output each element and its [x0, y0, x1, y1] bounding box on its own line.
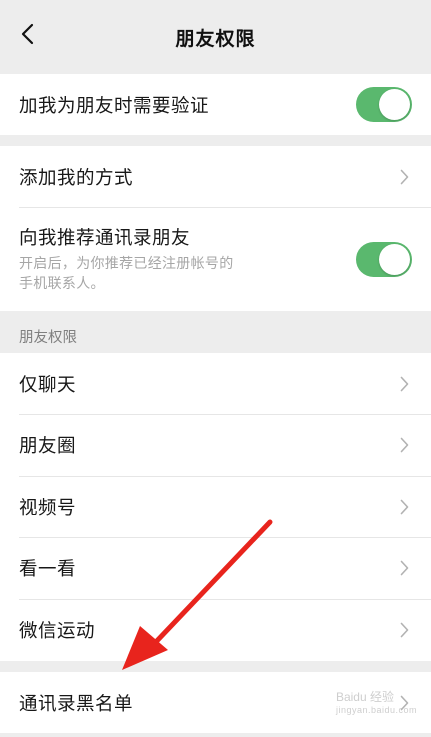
chevron-right-icon	[396, 168, 412, 186]
permission-item-werun[interactable]: 微信运动	[0, 599, 431, 661]
permission-item-chat-only[interactable]: 仅聊天	[0, 353, 431, 414]
permission-item-top-stories[interactable]: 看一看	[0, 537, 431, 599]
toggle-knob	[379, 89, 410, 120]
chevron-right-icon	[396, 436, 412, 454]
permission-item-channels[interactable]: 视频号	[0, 476, 431, 537]
watermark-subtext: jingyan.baidu.com	[335, 705, 417, 715]
verify-toggle-switch[interactable]	[356, 87, 412, 122]
verify-group: 加我为朋友时需要验证	[0, 74, 431, 135]
permissions-section-header: 朋友权限	[0, 311, 431, 353]
back-button[interactable]	[10, 17, 44, 51]
permission-item-label: 看一看	[19, 559, 77, 580]
chevron-right-icon	[396, 621, 412, 639]
friend-permissions-screen: 朋友权限 加我为朋友时需要验证 添加我的方式 向我推荐通讯录朋友 开启后，为你推…	[0, 0, 431, 737]
chevron-right-icon	[396, 559, 412, 577]
add-methods-group: 添加我的方式 向我推荐通讯录朋友 开启后，为你推荐已经注册帐号的 手机联系人。	[0, 146, 431, 311]
permissions-group: 仅聊天 朋友圈 视频号 看一看 微信运动	[0, 353, 431, 661]
chevron-left-icon	[21, 23, 34, 45]
group-gap	[0, 135, 431, 146]
permission-item-label: 微信运动	[19, 621, 96, 642]
permission-item-moments[interactable]: 朋友圈	[0, 414, 431, 476]
add-methods-label: 添加我的方式	[19, 167, 134, 189]
recommend-contacts-description: 开启后，为你推荐已经注册帐号的 手机联系人。	[19, 254, 356, 294]
recommend-contacts-row: 向我推荐通讯录朋友 开启后，为你推荐已经注册帐号的 手机联系人。	[0, 207, 431, 311]
description-line-1: 开启后，为你推荐已经注册帐号的	[19, 256, 234, 272]
permission-item-label: 视频号	[19, 497, 77, 519]
add-methods-row[interactable]: 添加我的方式	[0, 146, 431, 207]
recommend-toggle-switch[interactable]	[356, 241, 412, 277]
verify-setting-label: 加我为朋友时需要验证	[19, 95, 210, 117]
navigation-bar: 朋友权限	[0, 0, 431, 74]
verify-setting-row: 加我为朋友时需要验证	[0, 74, 431, 135]
description-line-2: 手机联系人。	[19, 276, 105, 292]
baidu-watermark: Baidu 经验 jingyan.baidu.com	[336, 688, 417, 715]
chevron-right-icon	[396, 498, 412, 516]
permission-item-label: 仅聊天	[19, 374, 77, 396]
recommend-contacts-label: 向我推荐通讯录朋友	[19, 228, 191, 249]
chevron-right-icon	[396, 375, 412, 393]
watermark-text: Baidu 经验	[335, 690, 394, 704]
page-title: 朋友权限	[175, 27, 256, 50]
group-gap	[0, 661, 431, 672]
toggle-knob	[379, 243, 410, 275]
recommend-contacts-text: 向我推荐通讯录朋友 开启后，为你推荐已经注册帐号的 手机联系人。	[19, 224, 356, 294]
permission-item-label: 朋友圈	[19, 436, 77, 457]
